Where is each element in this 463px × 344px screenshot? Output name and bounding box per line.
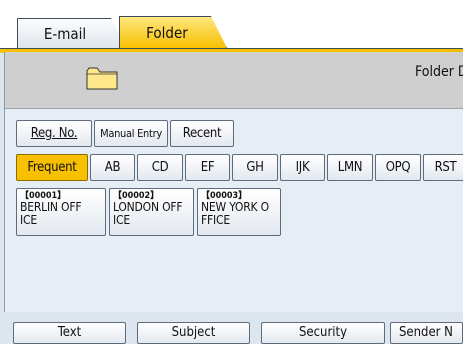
recent-button[interactable]: Recent xyxy=(170,120,234,147)
folder-icon xyxy=(86,67,118,90)
tab-folder[interactable]: Folder xyxy=(119,16,227,48)
index-tab-label: Frequent xyxy=(27,160,77,175)
index-tab-label: EF xyxy=(200,160,215,175)
folder-destination-label: Folder D xyxy=(415,64,463,80)
index-tab-rst[interactable]: RST xyxy=(423,154,463,181)
sender-name-column-button[interactable]: Sender N xyxy=(390,322,463,344)
security-column-button[interactable]: Security xyxy=(261,322,385,344)
index-tab-label: CD xyxy=(151,160,169,175)
index-tab-label: IJK xyxy=(295,160,310,175)
column-label: Text xyxy=(57,325,82,340)
text-column-button[interactable]: Text xyxy=(13,322,126,344)
main-panel: Folder D Reg. No. Manual Entry Recent Fr… xyxy=(4,52,463,332)
index-tab-label: AB xyxy=(104,160,121,175)
index-tab-lmn[interactable]: LMN xyxy=(327,154,373,181)
index-tab-label: OPQ xyxy=(385,160,411,175)
tab-email-label: E-mail xyxy=(43,24,87,43)
index-tab-ab[interactable]: AB xyxy=(90,154,135,181)
index-tab-frequent[interactable]: Frequent xyxy=(16,154,88,181)
destination-banner: Folder D xyxy=(5,52,463,109)
reg-no-button[interactable]: Reg. No. xyxy=(16,120,92,147)
destination-entry-new-york[interactable]: 【00003】 NEW YORK O FFICE xyxy=(197,188,281,236)
index-tab-label: GH xyxy=(246,160,264,175)
entry-name: NEW YORK O FFICE xyxy=(201,200,269,227)
recent-label: Recent xyxy=(182,126,222,141)
tab-bar: E-mail Folder xyxy=(0,0,463,53)
destination-entry-london[interactable]: 【00002】 LONDON OFF ICE xyxy=(109,188,194,236)
column-label: Subject xyxy=(171,325,216,340)
destination-entry-berlin[interactable]: 【00001】 BERLIN OFF ICE xyxy=(16,188,106,236)
index-tab-ijk[interactable]: IJK xyxy=(280,154,325,181)
column-label: Security xyxy=(298,325,348,340)
tab-email[interactable]: E-mail xyxy=(17,18,127,48)
manual-entry-label: Manual Entry xyxy=(100,127,162,140)
index-tab-label: RST xyxy=(434,160,457,175)
index-tab-opq[interactable]: OPQ xyxy=(375,154,421,181)
subject-column-button[interactable]: Subject xyxy=(137,322,250,344)
manual-entry-button[interactable]: Manual Entry xyxy=(94,120,168,147)
column-label: Sender N xyxy=(399,325,453,340)
entry-name: BERLIN OFF ICE xyxy=(20,200,82,227)
entry-name: LONDON OFF ICE xyxy=(113,200,183,227)
index-tab-cd[interactable]: CD xyxy=(137,154,183,181)
tab-folder-label: Folder xyxy=(146,23,188,42)
index-tab-gh[interactable]: GH xyxy=(232,154,278,181)
index-tab-label: LMN xyxy=(337,160,363,175)
reg-no-label: Reg. No. xyxy=(30,126,78,141)
index-tab-ef[interactable]: EF xyxy=(185,154,230,181)
